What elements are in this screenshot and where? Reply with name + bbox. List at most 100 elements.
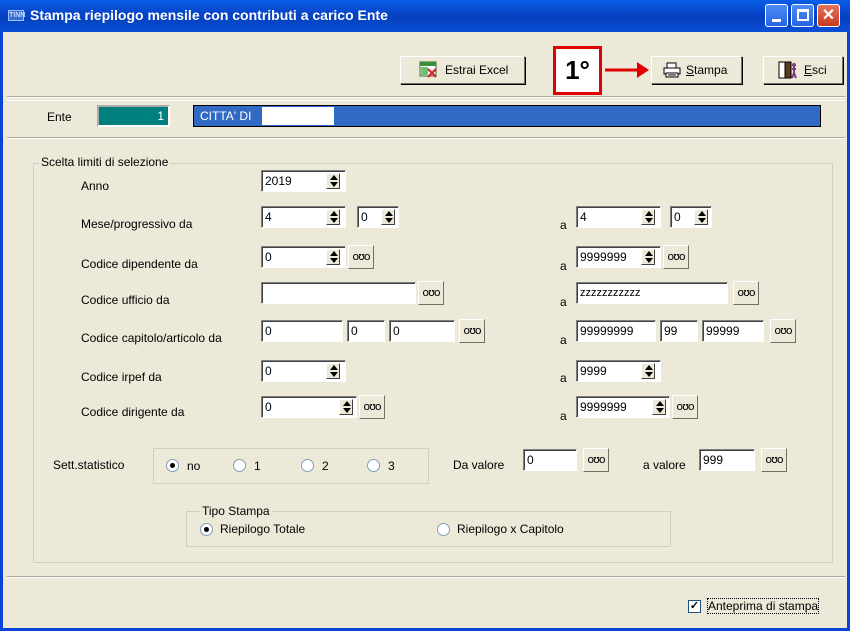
footer-divider	[7, 576, 845, 578]
a-valore-field[interactable]: 999	[699, 449, 755, 471]
mese-to-value: 4	[580, 210, 587, 224]
ufficio-from-lookup-button[interactable]: oʊo	[418, 281, 444, 305]
dipendente-to-a-label: a	[560, 259, 567, 273]
glasses-icon: oʊo	[422, 286, 440, 299]
sub-from-field[interactable]: 0	[389, 320, 455, 342]
irpef-from-field[interactable]: 0	[261, 360, 346, 382]
dirigente-from-field[interactable]: 0	[261, 396, 357, 418]
dipendente-to-value: 9999999	[580, 250, 627, 264]
prog-from-field[interactable]: 0	[357, 206, 399, 228]
da-valore-field[interactable]: 0	[523, 449, 577, 471]
mese-to-spinner[interactable]	[641, 209, 655, 225]
irpef-from-value: 0	[265, 364, 272, 378]
ufficio-label: Codice ufficio da	[81, 293, 170, 307]
tipo-stampa-title: Tipo Stampa	[200, 504, 272, 518]
exit-label: Esci	[804, 63, 827, 77]
title-bar[interactable]: TINN Stampa riepilogo mensile con contri…	[0, 0, 850, 32]
tipo-radio-capitolo-label: Riepilogo x Capitolo	[457, 522, 564, 536]
sett-radio-2[interactable]	[301, 459, 314, 472]
dipendente-from-lookup-button[interactable]: oʊo	[348, 245, 374, 269]
exit-button[interactable]: Esci	[763, 56, 843, 84]
mese-from-field[interactable]: 4	[261, 206, 346, 228]
glasses-icon: oʊo	[463, 324, 481, 337]
ente-name-field: CITTA' DI	[193, 105, 821, 127]
maximize-button[interactable]	[791, 4, 814, 27]
dirigente-from-spinner[interactable]	[339, 399, 353, 415]
dipendente-to-spinner[interactable]	[641, 249, 655, 265]
glasses-icon: oʊo	[774, 324, 792, 337]
dipendente-to-field[interactable]: 9999999	[576, 246, 661, 268]
ufficio-to-a-label: a	[560, 295, 567, 309]
dirigente-to-spinner[interactable]	[652, 399, 666, 415]
anno-spinner[interactable]	[326, 173, 340, 189]
anteprima-label: Anteprima di stampa	[706, 598, 820, 614]
exit-door-icon	[778, 61, 797, 79]
dirigente-from-lookup-button[interactable]: oʊo	[359, 395, 385, 419]
sett-radio-no-label: no	[187, 459, 201, 473]
mese-from-value: 4	[265, 210, 272, 224]
minimize-button[interactable]	[765, 4, 788, 27]
capitolo-label: Codice capitolo/articolo da	[81, 331, 222, 345]
toolbar-divider	[7, 96, 845, 98]
articolo-to-field[interactable]: 99	[660, 320, 698, 342]
glasses-icon: oʊo	[352, 250, 370, 263]
prog-to-spinner[interactable]	[694, 209, 708, 225]
irpef-to-value: 9999	[580, 364, 607, 378]
export-excel-button[interactable]: Estrai Excel	[400, 56, 525, 84]
prog-from-value: 0	[361, 210, 368, 224]
glasses-icon: oʊo	[667, 250, 685, 263]
mese-to-field[interactable]: 4	[576, 206, 661, 228]
irpef-to-field[interactable]: 9999	[576, 360, 661, 382]
print-label: Stampa	[686, 63, 728, 77]
anteprima-checkbox[interactable]: ✓	[688, 600, 701, 613]
mese-to-a-label: a	[560, 218, 567, 232]
ufficio-to-field[interactable]: zzzzzzzzzzz	[576, 282, 728, 304]
irpef-label: Codice irpef da	[81, 370, 162, 384]
irpef-to-spinner[interactable]	[641, 363, 655, 379]
prog-from-spinner[interactable]	[381, 209, 395, 225]
print-button[interactable]: Stampa	[651, 56, 742, 84]
articolo-from-value: 0	[351, 324, 358, 338]
articolo-from-field[interactable]: 0	[347, 320, 385, 342]
capitolo-from-value: 0	[265, 324, 272, 338]
sett-statistico-label: Sett.statistico	[53, 458, 125, 472]
ufficio-to-lookup-button[interactable]: oʊo	[733, 281, 759, 305]
sett-radio-no[interactable]	[166, 459, 179, 472]
irpef-from-spinner[interactable]	[326, 363, 340, 379]
dirigente-to-lookup-button[interactable]: oʊo	[672, 395, 698, 419]
capitolo-from-lookup-button[interactable]: oʊo	[459, 319, 485, 343]
printer-icon	[663, 62, 681, 78]
dirigente-to-value: 9999999	[580, 400, 627, 414]
sett-radio-3[interactable]	[367, 459, 380, 472]
ufficio-from-field[interactable]	[261, 282, 416, 304]
sett-radio-1[interactable]	[233, 459, 246, 472]
da-valore-lookup-button[interactable]: oʊo	[583, 448, 609, 472]
close-button[interactable]: ✕	[817, 4, 840, 27]
capitolo-from-field[interactable]: 0	[261, 320, 343, 342]
dirigente-to-a-label: a	[560, 409, 567, 423]
tipo-radio-capitolo[interactable]	[437, 523, 450, 536]
sett-radio-2-label: 2	[322, 459, 329, 473]
step-annotation-label: 1°	[553, 46, 602, 95]
tipo-radio-totale[interactable]	[200, 523, 213, 536]
anno-field[interactable]: 2019	[261, 170, 346, 192]
dipendente-from-field[interactable]: 0	[261, 246, 346, 268]
a-valore-lookup-button[interactable]: oʊo	[761, 448, 787, 472]
ente-code-field[interactable]: 1	[97, 105, 170, 127]
dipendente-to-lookup-button[interactable]: oʊo	[663, 245, 689, 269]
capitolo-to-field[interactable]: 99999999	[576, 320, 656, 342]
app-icon: TINN	[8, 10, 26, 21]
ufficio-to-value: zzzzzzzzzzz	[580, 287, 641, 299]
sub-to-field[interactable]: 99999	[702, 320, 764, 342]
excel-icon	[419, 61, 437, 78]
mese-from-spinner[interactable]	[326, 209, 340, 225]
irpef-to-a-label: a	[560, 371, 567, 385]
dipendente-from-spinner[interactable]	[326, 249, 340, 265]
ente-row: Ente 1 CITTA' DI	[7, 100, 845, 130]
dirigente-to-field[interactable]: 9999999	[576, 396, 670, 418]
toolbar: Estrai Excel Stampa Esci	[7, 40, 845, 88]
capitolo-to-lookup-button[interactable]: oʊo	[770, 319, 796, 343]
header-divider	[7, 137, 845, 139]
close-icon: ✕	[821, 7, 836, 24]
prog-to-field[interactable]: 0	[670, 206, 712, 228]
